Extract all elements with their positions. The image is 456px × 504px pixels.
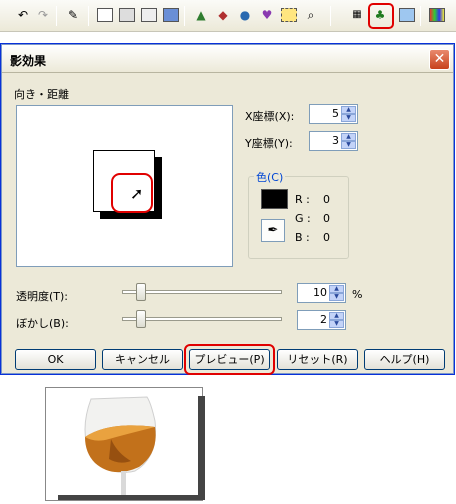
eyedropper-icon[interactable]: ✒ (261, 219, 285, 242)
direction-preview[interactable]: ➚ (16, 105, 233, 267)
b-label: B : (295, 231, 310, 244)
toolbar-separator (330, 6, 331, 26)
pen-icon[interactable]: ✎ (64, 6, 82, 24)
opacity-unit: % (352, 288, 363, 301)
grid-icon[interactable]: ▦ (348, 6, 366, 24)
box-icon[interactable]: ◆ (214, 6, 232, 24)
r-label: R : (295, 193, 310, 206)
opacity-slider-track[interactable] (122, 290, 282, 294)
crop-icon[interactable] (280, 6, 298, 24)
spin-down-icon[interactable]: ▼ (329, 293, 344, 301)
brush-icon[interactable]: ♥ (258, 6, 276, 24)
blur-slider-track[interactable] (122, 317, 282, 321)
zoom-icon[interactable]: ⌕ (302, 6, 320, 24)
palette-icon[interactable] (428, 6, 446, 24)
highlight-ring (184, 344, 275, 375)
spin-down-icon[interactable]: ▼ (341, 114, 356, 122)
shadow-effect-dialog: 影効果 ✕ 向き・距離 ➚ X座標(X): 5 ▲ ▼ Y座標(Y): 3 ▲ … (1, 44, 454, 375)
r-value: 0 (323, 193, 330, 206)
blur-spinner[interactable]: 2 ▲ ▼ (297, 310, 346, 330)
frame-alt-icon[interactable] (118, 6, 136, 24)
blur-label: ぼかし(B): (16, 317, 69, 330)
spin-up-icon[interactable]: ▲ (341, 133, 356, 141)
reset-button[interactable]: リセット(R) (277, 349, 358, 370)
frame-icon[interactable] (96, 6, 114, 24)
blur-value[interactable]: 2 (320, 313, 327, 326)
toolbar-separator (184, 6, 185, 26)
opacity-value[interactable]: 10 (313, 286, 327, 299)
highlight-ring (368, 3, 394, 29)
opacity-spinner[interactable]: 10 ▲ ▼ (297, 283, 346, 303)
opacity-slider-thumb[interactable] (136, 283, 146, 301)
y-spinner[interactable]: 3 ▲ ▼ (309, 131, 358, 151)
toolbar: ↶ ↷ ✎ ▲ ◆ ● ♥ ⌕ ▦ ♣ (0, 0, 456, 32)
color-legend: 色(C) (254, 169, 286, 185)
spin-up-icon[interactable]: ▲ (341, 106, 356, 114)
dialog-title: 影効果 (10, 54, 47, 68)
brandy-glass-image (51, 391, 198, 495)
redo-icon[interactable]: ↷ (34, 6, 52, 24)
g-value: 0 (323, 212, 330, 225)
opacity-label: 透明度(T): (16, 290, 69, 303)
toolbar-separator (88, 6, 89, 26)
shapes-icon[interactable]: ● (236, 6, 254, 24)
landscape-icon[interactable]: ▲ (192, 6, 210, 24)
spin-down-icon[interactable]: ▼ (329, 320, 344, 328)
b-value: 0 (323, 231, 330, 244)
photo-icon[interactable] (162, 6, 180, 24)
ok-button[interactable]: OK (15, 349, 96, 370)
direction-label: 向き・距離 (14, 88, 69, 101)
blur-slider-thumb[interactable] (136, 310, 146, 328)
x-value[interactable]: 5 (332, 107, 339, 120)
x-spinner[interactable]: 5 ▲ ▼ (309, 104, 358, 124)
spin-up-icon[interactable]: ▲ (329, 285, 344, 293)
highlight-ring (111, 173, 153, 213)
frame-text-icon[interactable] (140, 6, 158, 24)
x-label: X座標(X): (245, 110, 295, 123)
toolbar-separator (56, 6, 57, 26)
picture-icon[interactable] (398, 6, 416, 24)
y-value[interactable]: 3 (332, 134, 339, 147)
g-label: G : (295, 212, 311, 225)
spin-down-icon[interactable]: ▼ (341, 141, 356, 149)
dialog-titlebar: 影効果 ✕ (2, 45, 453, 73)
color-swatch[interactable] (261, 189, 288, 209)
close-button[interactable]: ✕ (429, 49, 450, 70)
toolbar-separator (420, 6, 421, 26)
spin-up-icon[interactable]: ▲ (329, 312, 344, 320)
y-label: Y座標(Y): (245, 137, 293, 150)
undo-icon[interactable]: ↶ (14, 6, 32, 24)
help-button[interactable]: ヘルプ(H) (364, 349, 445, 370)
cancel-button[interactable]: キャンセル (102, 349, 183, 370)
